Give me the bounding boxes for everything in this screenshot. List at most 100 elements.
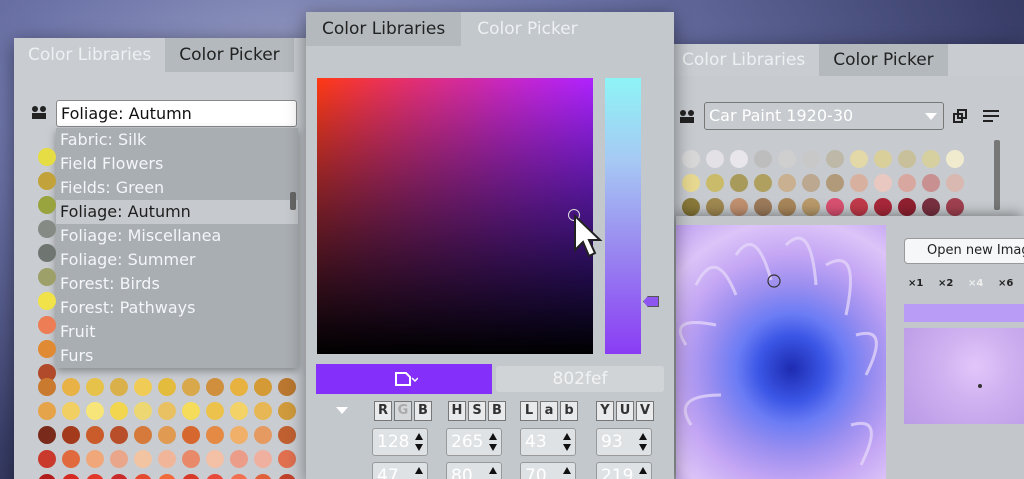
color-swatch[interactable] xyxy=(206,426,224,444)
color-swatch[interactable] xyxy=(254,474,272,479)
stepper-icon[interactable] xyxy=(638,466,648,479)
value-field-a[interactable]: 70 xyxy=(520,462,576,479)
color-swatch[interactable] xyxy=(826,174,844,192)
color-swatch[interactable] xyxy=(682,198,700,216)
stepper-icon[interactable] xyxy=(414,466,424,479)
color-swatch[interactable] xyxy=(38,196,56,214)
color-swatch[interactable] xyxy=(230,426,248,444)
clipboard-icon[interactable] xyxy=(394,370,418,388)
color-swatch[interactable] xyxy=(206,474,224,479)
stepper-icon[interactable] xyxy=(488,432,498,452)
color-swatch[interactable] xyxy=(922,174,940,192)
hue-slider[interactable] xyxy=(605,78,641,354)
tab-color-libraries[interactable]: Color Libraries xyxy=(306,12,462,46)
color-swatch[interactable] xyxy=(254,402,272,420)
stepper-icon[interactable] xyxy=(414,432,424,452)
dropdown-scrollbar[interactable] xyxy=(290,192,296,210)
color-swatch[interactable] xyxy=(38,316,56,334)
color-swatch[interactable] xyxy=(62,426,80,444)
mode-lab-button[interactable]: L a b xyxy=(520,401,578,421)
dropdown-item[interactable]: Fabric: Silk xyxy=(56,128,298,152)
color-swatch[interactable] xyxy=(946,198,964,216)
color-swatch[interactable] xyxy=(38,450,56,468)
color-swatch[interactable] xyxy=(278,378,296,396)
color-swatch[interactable] xyxy=(158,378,176,396)
zoom-6x-button[interactable]: ×6 xyxy=(998,278,1013,289)
dropdown-item[interactable]: Fruit xyxy=(56,320,298,344)
color-swatch[interactable] xyxy=(682,174,700,192)
color-swatch[interactable] xyxy=(874,174,892,192)
color-swatch[interactable] xyxy=(134,474,152,479)
color-swatch[interactable] xyxy=(206,378,224,396)
color-swatch[interactable] xyxy=(706,198,724,216)
color-swatch[interactable] xyxy=(278,450,296,468)
color-swatch[interactable] xyxy=(38,378,56,396)
color-swatch[interactable] xyxy=(730,198,748,216)
color-swatch[interactable] xyxy=(134,450,152,468)
zoom-2x-button[interactable]: ×2 xyxy=(938,278,953,289)
value-field-s[interactable]: 80 xyxy=(446,462,502,479)
color-swatch[interactable] xyxy=(206,402,224,420)
library-combo-input[interactable]: Foliage: Autumn xyxy=(56,100,297,127)
color-swatch[interactable] xyxy=(110,402,128,420)
color-swatch[interactable] xyxy=(182,402,200,420)
color-swatch[interactable] xyxy=(730,150,748,168)
color-swatch[interactable] xyxy=(62,402,80,420)
color-swatch[interactable] xyxy=(898,198,916,216)
color-swatch[interactable] xyxy=(62,378,80,396)
library-icon[interactable] xyxy=(678,108,696,124)
stepper-icon[interactable] xyxy=(562,432,572,452)
color-swatch[interactable] xyxy=(682,150,700,168)
color-swatch[interactable] xyxy=(134,426,152,444)
saturation-value-field[interactable] xyxy=(317,78,593,354)
value-field-r[interactable]: 128 xyxy=(372,428,428,456)
color-swatch[interactable] xyxy=(254,426,272,444)
dropdown-item[interactable]: Field Flowers xyxy=(56,152,298,176)
dropdown-item[interactable]: Foliage: Summer xyxy=(56,248,298,272)
stepper-icon[interactable] xyxy=(488,466,498,479)
scrollbar[interactable] xyxy=(994,140,1000,210)
color-swatch[interactable] xyxy=(946,150,964,168)
color-swatch[interactable] xyxy=(158,450,176,468)
dropdown-item-selected[interactable]: Foliage: Autumn xyxy=(56,200,298,224)
color-swatch[interactable] xyxy=(38,220,56,238)
color-swatch[interactable] xyxy=(898,174,916,192)
tab-color-picker[interactable]: Color Picker xyxy=(819,44,948,76)
color-swatch[interactable] xyxy=(86,378,104,396)
color-swatch[interactable] xyxy=(62,474,80,479)
hex-input[interactable]: 802fef xyxy=(496,366,664,392)
value-field-u[interactable]: 219 xyxy=(596,462,652,479)
color-swatch[interactable] xyxy=(158,474,176,479)
stepper-icon[interactable] xyxy=(638,432,648,452)
color-swatch[interactable] xyxy=(802,174,820,192)
color-swatch[interactable] xyxy=(730,174,748,192)
open-new-image-button[interactable]: Open new Image xyxy=(904,238,1024,264)
color-swatch[interactable] xyxy=(158,426,176,444)
zoom-4x-button[interactable]: ×4 xyxy=(968,278,983,289)
hue-slider-handle[interactable] xyxy=(643,296,659,307)
color-swatch[interactable] xyxy=(850,174,868,192)
color-swatch[interactable] xyxy=(802,150,820,168)
flower-image[interactable] xyxy=(676,225,886,479)
color-swatch[interactable] xyxy=(706,150,724,168)
color-swatch[interactable] xyxy=(38,292,56,310)
expand-triangle-icon[interactable] xyxy=(336,407,348,414)
color-swatch[interactable] xyxy=(778,150,796,168)
mode-rgb-button[interactable]: R G B xyxy=(374,401,432,421)
mode-yuv-button[interactable]: Y U V xyxy=(596,401,654,421)
dropdown-item[interactable]: Foliage: Miscellanea xyxy=(56,224,298,248)
color-swatch[interactable] xyxy=(182,474,200,479)
value-field-g[interactable]: 47 xyxy=(372,462,428,479)
dropdown-item[interactable]: Forest: Birds xyxy=(56,272,298,296)
color-swatch[interactable] xyxy=(86,402,104,420)
menu-icon[interactable] xyxy=(982,108,1000,124)
color-swatch[interactable] xyxy=(230,474,248,479)
color-swatch[interactable] xyxy=(254,378,272,396)
color-swatch[interactable] xyxy=(38,148,56,166)
color-swatch[interactable] xyxy=(182,426,200,444)
value-field-h[interactable]: 265 xyxy=(446,428,502,456)
current-color-swatch[interactable] xyxy=(316,364,492,394)
color-swatch[interactable] xyxy=(182,450,200,468)
color-swatch[interactable] xyxy=(158,402,176,420)
color-swatch[interactable] xyxy=(62,450,80,468)
